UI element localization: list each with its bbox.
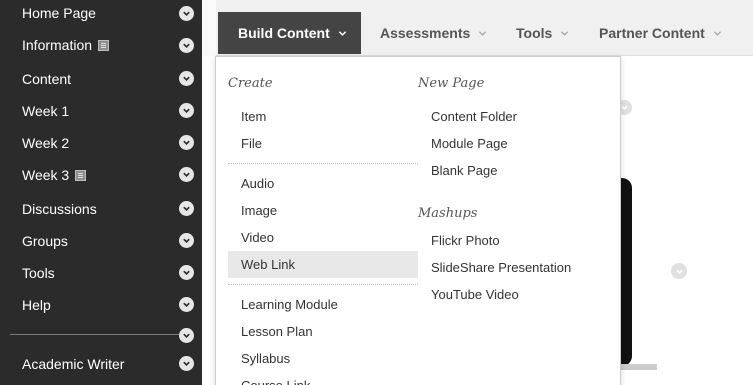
chevron-down-icon[interactable] [179,328,194,343]
chevron-down-icon [338,30,346,36]
sidebar-item-week-3[interactable]: Week 3 [0,159,202,191]
chevron-down-icon[interactable] [179,297,194,312]
sidebar-item-content[interactable]: Content [0,63,202,95]
menu-item-learning-module[interactable]: Learning Module [228,291,418,318]
sidebar-item-label: Content [22,71,72,87]
document-icon [75,169,87,181]
sidebar-item-label: Tools [22,265,55,281]
menu-item-audio[interactable]: Audio [228,170,418,197]
menu-item-web-link[interactable]: Web Link [228,251,418,278]
tab-build-content[interactable]: Build Content [218,12,361,54]
sidebar-item-tools[interactable]: Tools [0,257,202,289]
chevron-down-icon [561,30,569,36]
chevron-down-icon[interactable] [179,38,194,53]
sidebar-divider [10,334,179,335]
sidebar-item-label: Week 1 [22,103,70,119]
chevron-down-icon [713,30,721,36]
sidebar-item-week-2[interactable]: Week 2 [0,127,202,159]
build-content-dropdown: Create Item File Audio Image Video Web L… [215,56,621,385]
document-icon [98,39,110,51]
tab-assessments[interactable]: Assessments [380,12,487,54]
course-menu-sidebar: Home Page Information Content Week 1 Wee… [0,0,202,385]
menu-item-flickr-photo[interactable]: Flickr Photo [418,227,618,254]
sidebar-item-groups[interactable]: Groups [0,225,202,257]
sidebar-item-week-1[interactable]: Week 1 [0,95,202,127]
sidebar-item-academic-writer[interactable]: Academic Writer [0,348,202,380]
sidebar-item-label: Help [22,297,51,313]
sidebar-item-help[interactable]: Help [0,289,202,321]
menu-item-module-page[interactable]: Module Page [418,130,618,157]
chevron-down-icon[interactable] [179,103,194,118]
chevron-down-icon[interactable] [179,135,194,150]
sidebar-item-label: Groups [22,233,68,249]
menu-item-slideshare-presentation[interactable]: SlideShare Presentation [418,254,618,281]
menu-separator [228,284,418,285]
sidebar-item-label: Week 2 [22,135,70,151]
sidebar-item-label: Home Page [22,5,96,21]
chevron-down-icon[interactable] [671,263,687,279]
create-heading: Create [228,76,273,91]
menu-item-file[interactable]: File [228,130,418,157]
chevron-down-icon[interactable] [179,356,194,371]
chevron-down-icon[interactable] [179,265,194,280]
chevron-down-icon[interactable] [179,233,194,248]
mashups-heading: Mashups [418,206,478,221]
tab-label: Tools [516,25,553,41]
chevron-down-icon[interactable] [179,71,194,86]
menu-item-image[interactable]: Image [228,197,418,224]
menu-item-course-link[interactable]: Course Link [228,372,418,385]
chevron-down-icon [479,30,487,36]
sidebar-item-label: Academic Writer [22,356,125,372]
tab-label: Assessments [380,25,471,41]
sidebar-item-information[interactable]: Information [0,29,202,61]
tab-label: Build Content [238,25,330,41]
tab-tools[interactable]: Tools [516,12,569,54]
new-page-heading: New Page [418,76,485,91]
content-menu-bar: Build Content Assessments Tools Partner … [202,0,753,56]
sidebar-item-discussions[interactable]: Discussions [0,193,202,225]
tab-partner-content[interactable]: Partner Content [599,12,722,54]
chevron-down-icon[interactable] [179,6,194,21]
chevron-down-icon[interactable] [179,201,194,216]
menu-item-youtube-video[interactable]: YouTube Video [418,281,618,308]
sidebar-item-label: Discussions [22,201,97,217]
menu-item-item[interactable]: Item [228,103,418,130]
menu-separator [228,163,418,164]
menu-item-lesson-plan[interactable]: Lesson Plan [228,318,418,345]
chevron-down-icon[interactable] [179,167,194,182]
menu-item-video[interactable]: Video [228,224,418,251]
sidebar-item-label: Week 3 [22,167,70,183]
tab-label: Partner Content [599,25,705,41]
sidebar-item-home-page[interactable]: Home Page [0,0,202,29]
menu-item-syllabus[interactable]: Syllabus [228,345,418,372]
sidebar-item-label: Information [22,37,93,53]
menu-item-content-folder[interactable]: Content Folder [418,103,618,130]
menu-item-blank-page[interactable]: Blank Page [418,157,618,184]
